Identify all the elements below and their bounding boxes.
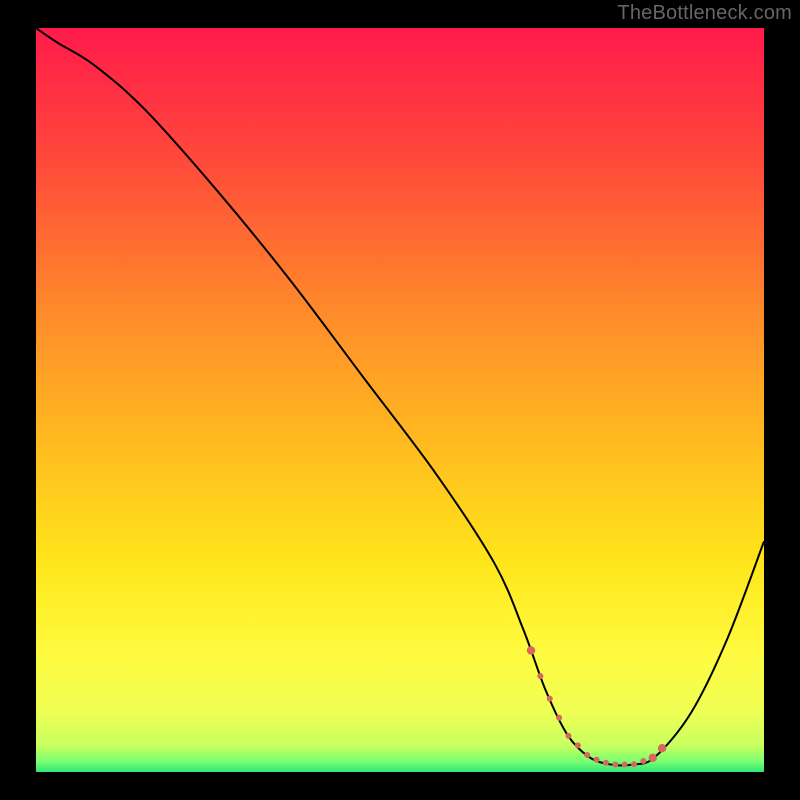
optimal-marker (603, 760, 609, 766)
optimal-marker (575, 742, 581, 748)
optimal-marker (612, 762, 618, 768)
optimal-marker (547, 696, 553, 702)
watermark-text: TheBottleneck.com (617, 2, 792, 25)
optimal-marker (658, 744, 666, 752)
optimal-marker (649, 754, 657, 762)
optimal-marker (527, 646, 535, 654)
optimal-marker (537, 673, 543, 679)
optimal-marker (584, 752, 590, 758)
optimal-marker (631, 761, 637, 767)
chart-plot-area (36, 28, 764, 772)
optimal-marker (640, 758, 646, 764)
optimal-marker (594, 757, 600, 763)
gradient-background (36, 28, 764, 772)
optimal-marker (622, 762, 628, 768)
optimal-marker (565, 733, 571, 739)
optimal-marker (556, 715, 562, 721)
bottleneck-chart (36, 28, 764, 772)
